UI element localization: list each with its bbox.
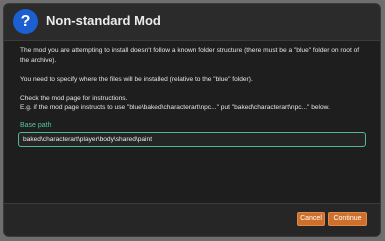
continue-button[interactable]: Continue — [328, 212, 367, 226]
non-standard-mod-dialog: ? Non-standard Mod The mod you are attem… — [3, 3, 381, 237]
instruction-text-location: You need to specify where the files will… — [20, 76, 253, 83]
instruction-text-structure: The mod you are attempting to install do… — [20, 47, 360, 64]
dialog-header: ? Non-standard Mod — [4, 4, 380, 41]
question-icon: ? — [13, 9, 38, 34]
dialog-title: Non-standard Mod — [46, 13, 161, 28]
base-path-label: Base path — [20, 122, 52, 129]
cancel-button[interactable]: Cancel — [297, 212, 325, 226]
dialog-footer: Cancel Continue — [4, 203, 380, 236]
instruction-text-example: E.g. if the mod page instructs to use "b… — [20, 104, 330, 111]
base-path-input[interactable] — [18, 132, 366, 147]
